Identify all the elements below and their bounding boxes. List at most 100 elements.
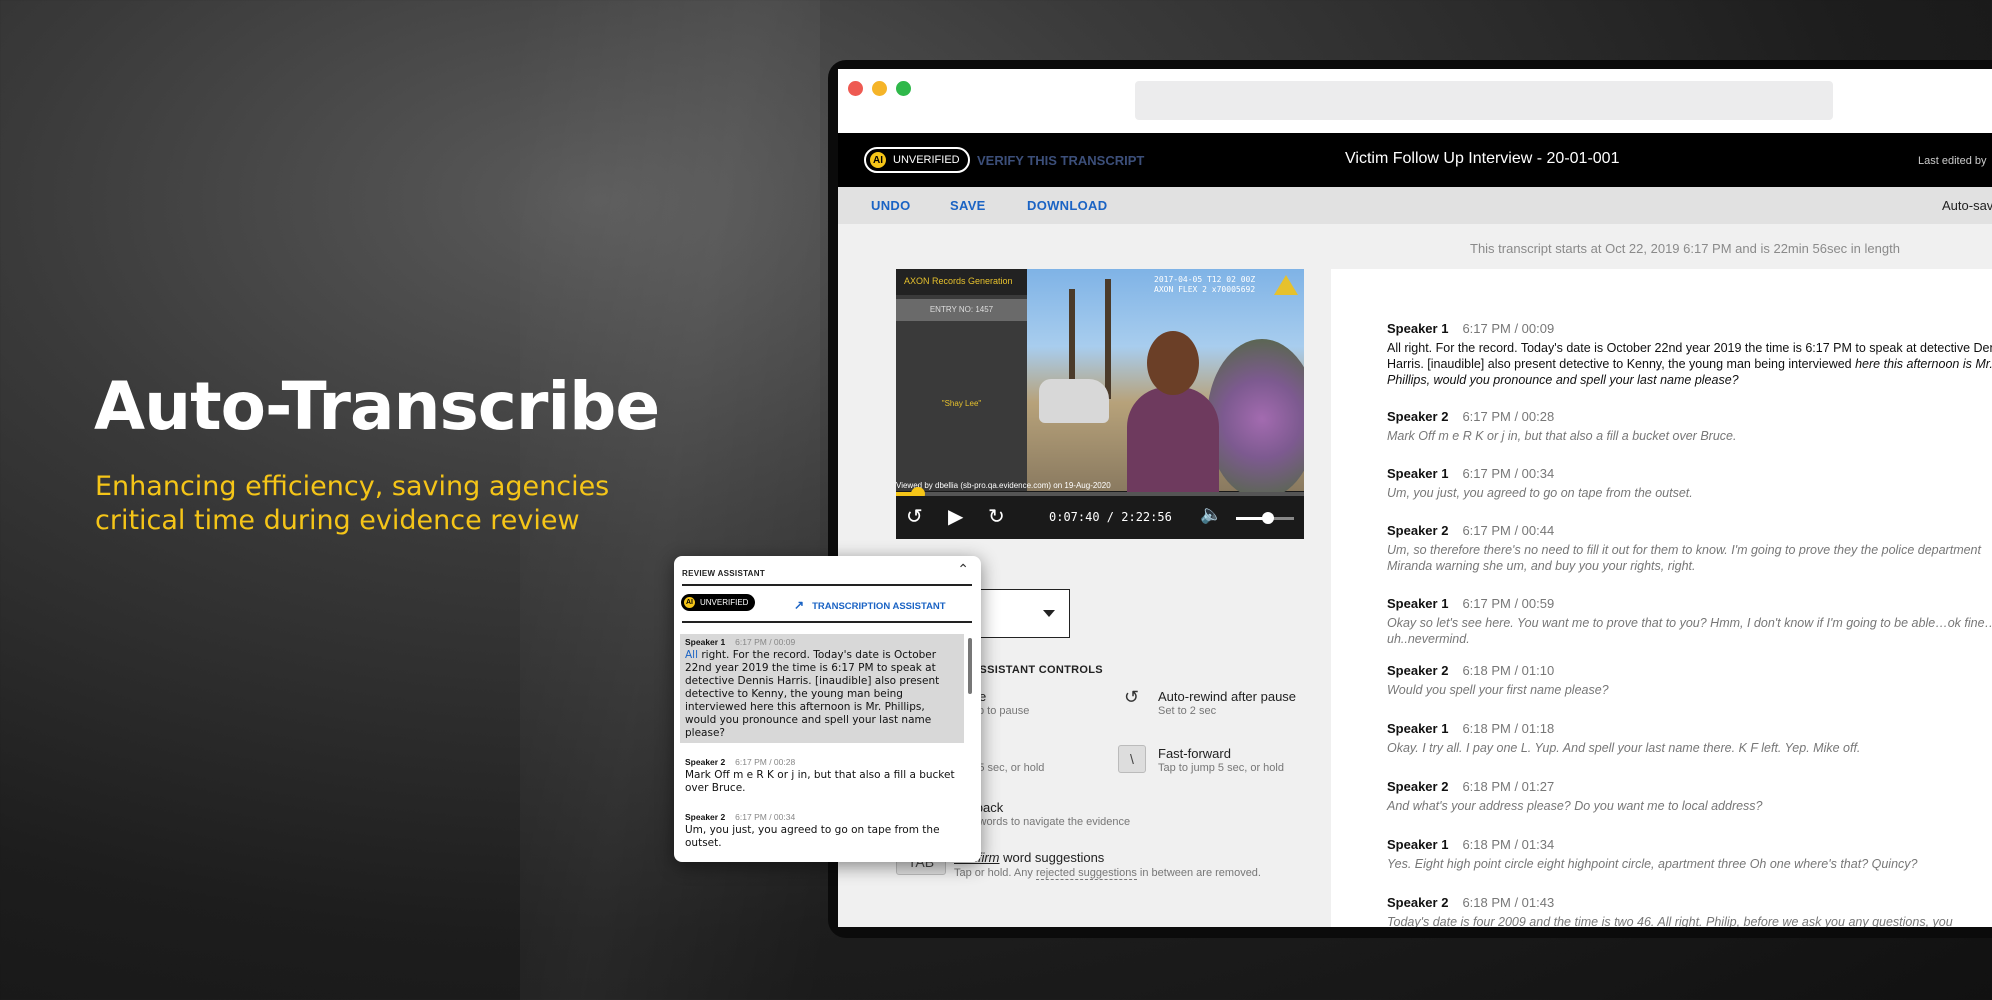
confirm-suggestions-desc: Tap or hold. Any rejected suggestions in… bbox=[954, 867, 1261, 880]
review-segment[interactable]: Speaker 2 6:17 PM / 00:28 Mark Off m e R … bbox=[680, 754, 964, 798]
palm-tree bbox=[1105, 279, 1111, 399]
speaker-label: Speaker 2 bbox=[685, 757, 726, 767]
segment-text[interactable]: Okay. I try all. I pay one L. Yup. And s… bbox=[1387, 740, 1992, 756]
replay-5-icon[interactable]: ↺ bbox=[906, 504, 923, 529]
transcript-segment[interactable]: Speaker 1 6:18 PM / 01:18 Okay. I try all… bbox=[1387, 721, 1992, 756]
forward-5-icon[interactable]: ↻ bbox=[988, 504, 1005, 529]
fast-forward-title: Fast-forward bbox=[1158, 746, 1231, 761]
speaker-label: Speaker 1 bbox=[1387, 721, 1449, 736]
review-segment[interactable]: Speaker 1 6:17 PM / 00:09 All right. For … bbox=[680, 634, 964, 743]
volume-handle[interactable] bbox=[1261, 512, 1274, 524]
chevron-down-icon bbox=[1043, 610, 1055, 617]
collapse-chevron-icon[interactable]: ⌃ bbox=[957, 561, 969, 578]
speaker-label: Speaker 1 bbox=[1387, 596, 1449, 611]
segment-text[interactable]: Mark Off m e R K or j in, but that also … bbox=[1387, 428, 1992, 444]
desc-post: in between are removed. bbox=[1136, 867, 1261, 879]
axon-logo-icon bbox=[1274, 275, 1298, 295]
save-button[interactable]: SAVE bbox=[950, 198, 986, 213]
ai-icon: AI bbox=[869, 151, 887, 169]
fast-forward-desc: Tap to jump 5 sec, or hold bbox=[1158, 762, 1284, 774]
segment-time: 6:17 PM / 00:28 bbox=[1462, 409, 1555, 424]
browser-bar bbox=[838, 69, 1992, 133]
download-button[interactable]: DOWNLOAD bbox=[1027, 198, 1107, 213]
records-header: AXON Records Generation bbox=[896, 269, 1027, 295]
transcript-segment[interactable]: Speaker 2 6:18 PM / 01:43 Today's date is… bbox=[1387, 895, 1992, 927]
undo-button[interactable]: UNDO bbox=[871, 198, 910, 213]
app-screen: AI UNVERIFIED VERIFY THIS TRANSCRIPT Vic… bbox=[838, 69, 1992, 927]
segment-text[interactable]: Today's date is four 2009 and the time i… bbox=[1387, 914, 1992, 927]
maximize-window-button[interactable] bbox=[896, 81, 911, 96]
timestamp-line: 2017-04-05 T12 02 00Z bbox=[1154, 275, 1256, 284]
transcript-segment[interactable]: Speaker 1 6:17 PM / 00:59 Okay so let's s… bbox=[1387, 596, 1992, 647]
segment-time: 6:17 PM / 00:09 bbox=[735, 637, 796, 647]
person-head bbox=[1147, 331, 1199, 395]
segment-time: 6:18 PM / 01:43 bbox=[1462, 895, 1555, 910]
autosave-status: Auto-sav bbox=[1942, 198, 1992, 213]
segment-text[interactable]: Okay so let's see here. You want me to p… bbox=[1387, 615, 1992, 647]
auto-rewind-icon: ↺ bbox=[1124, 687, 1140, 707]
last-edited-text: Last edited by bbox=[1918, 155, 1987, 167]
segment-time: 6:18 PM / 01:27 bbox=[1462, 779, 1555, 794]
segment-text[interactable]: Um, you just, you agreed to go on tape f… bbox=[685, 824, 959, 850]
divider bbox=[682, 584, 972, 586]
transcript-segment[interactable]: Speaker 1 6:18 PM / 01:34 Yes. Eight high… bbox=[1387, 837, 1992, 872]
divider bbox=[682, 621, 972, 623]
transcript-info: This transcript starts at Oct 22, 2019 6… bbox=[1470, 241, 1900, 256]
device-line: AXON FLEX 2 x70005692 bbox=[1154, 285, 1256, 294]
segment-text[interactable]: Um, you just, you agreed to go on tape f… bbox=[1387, 485, 1992, 501]
segment-text[interactable]: Mark Off m e R K or j in, but that also … bbox=[685, 769, 959, 795]
segment-text[interactable]: Um, so therefore there's no need to fill… bbox=[1387, 542, 1992, 574]
segment-time: 6:18 PM / 01:10 bbox=[1462, 663, 1555, 678]
segment-time: 6:17 PM / 00:59 bbox=[1462, 596, 1555, 611]
minimize-window-button[interactable] bbox=[872, 81, 887, 96]
segment-text[interactable]: Yes. Eight high point circle eight highp… bbox=[1387, 856, 1992, 872]
speaker-label: Speaker 2 bbox=[1387, 523, 1449, 538]
unverified-badge: AI UNVERIFIED bbox=[864, 147, 970, 173]
review-segment[interactable]: Speaker 2 6:17 PM / 00:34 Um, you just, y… bbox=[680, 809, 964, 853]
address-bar[interactable] bbox=[1135, 81, 1833, 120]
volume-icon[interactable]: 🔈 bbox=[1200, 504, 1222, 525]
transcript-segment[interactable]: Speaker 2 6:18 PM / 01:10 Would you spell… bbox=[1387, 663, 1992, 698]
transcript-segment[interactable]: Speaker 2 6:18 PM / 01:27 And what's your… bbox=[1387, 779, 1992, 814]
timecode: 0:07:40 / 2:22:56 bbox=[1049, 510, 1172, 524]
transcription-assistant-link[interactable]: ↗ TRANSCRIPTION ASSISTANT bbox=[794, 598, 946, 612]
segment-time: 6:17 PM / 00:34 bbox=[1462, 466, 1555, 481]
scrollbar[interactable] bbox=[968, 638, 972, 694]
car bbox=[1039, 379, 1109, 423]
video-player[interactable]: AXON Records Generation ENTRY NO: 1457 "… bbox=[896, 269, 1304, 539]
segment-time: 6:17 PM / 00:28 bbox=[735, 757, 796, 767]
segment-time: 6:18 PM / 01:18 bbox=[1462, 721, 1555, 736]
controls-heading: N ASSISTANT CONTROLS bbox=[960, 664, 1103, 676]
page-title: Victim Follow Up Interview - 20-01-001 bbox=[1345, 150, 1620, 167]
fast-forward-key: \ bbox=[1118, 745, 1146, 773]
review-assistant-popup: REVIEW ASSISTANT ⌃ AI UNVERIFIED ↗ TRANSC… bbox=[674, 556, 981, 862]
segment-body[interactable]: right. For the record. Today's date is O… bbox=[685, 649, 939, 739]
play-icon[interactable]: ▶ bbox=[948, 504, 963, 529]
speaker-label: Speaker 2 bbox=[1387, 895, 1449, 910]
segment-text[interactable]: All right. For the record. Today's date … bbox=[1387, 340, 1992, 388]
current-word[interactable]: All bbox=[685, 649, 698, 661]
transcript-segment[interactable]: Speaker 2 6:17 PM / 00:44 Um, so therefor… bbox=[1387, 523, 1992, 574]
unverified-badge: AI UNVERIFIED bbox=[681, 594, 756, 611]
transcript-segment[interactable]: Speaker 2 6:17 PM / 00:28 Mark Off m e R … bbox=[1387, 409, 1992, 444]
viewed-by-caption: Viewed by dbellia (sb-pro.qa.evidence.co… bbox=[896, 481, 1111, 490]
flowers bbox=[1207, 339, 1304, 499]
player-controls: ↺ ▶ ↻ 0:07:40 / 2:22:56 🔈 bbox=[896, 496, 1304, 539]
toolbar: UNDO SAVE DOWNLOAD Auto-sav bbox=[838, 187, 1992, 224]
transcript-segment[interactable]: Speaker 1 6:17 PM / 00:34 Um, you just, y… bbox=[1387, 466, 1992, 501]
review-assistant-title: REVIEW ASSISTANT bbox=[682, 569, 766, 578]
transcript-segment[interactable]: Speaker 1 6:17 PM / 00:09 All right. For … bbox=[1387, 321, 1992, 388]
verify-transcript-link[interactable]: VERIFY THIS TRANSCRIPT bbox=[977, 153, 1144, 168]
transcript-panel: Speaker 1 6:17 PM / 00:09 All right. For … bbox=[1331, 269, 1992, 927]
playback-desc: ick words to navigate the evidence bbox=[962, 816, 1131, 828]
rejected-suggestions-link[interactable]: rejected suggestions bbox=[1035, 867, 1137, 880]
desc-pre: Tap or hold. Any bbox=[954, 867, 1036, 879]
ai-icon: AI bbox=[683, 596, 696, 609]
speaker-label: Speaker 2 bbox=[685, 812, 726, 822]
segment-text[interactable]: All right. For the record. Today's date … bbox=[685, 649, 959, 740]
segment-text[interactable]: And what's your address please? Do you w… bbox=[1387, 798, 1992, 814]
speaker-label: Speaker 1 bbox=[1387, 466, 1449, 481]
hero-title: Auto-Transcribe bbox=[94, 368, 660, 445]
close-window-button[interactable] bbox=[848, 81, 863, 96]
segment-text[interactable]: Would you spell your first name please? bbox=[1387, 682, 1992, 698]
